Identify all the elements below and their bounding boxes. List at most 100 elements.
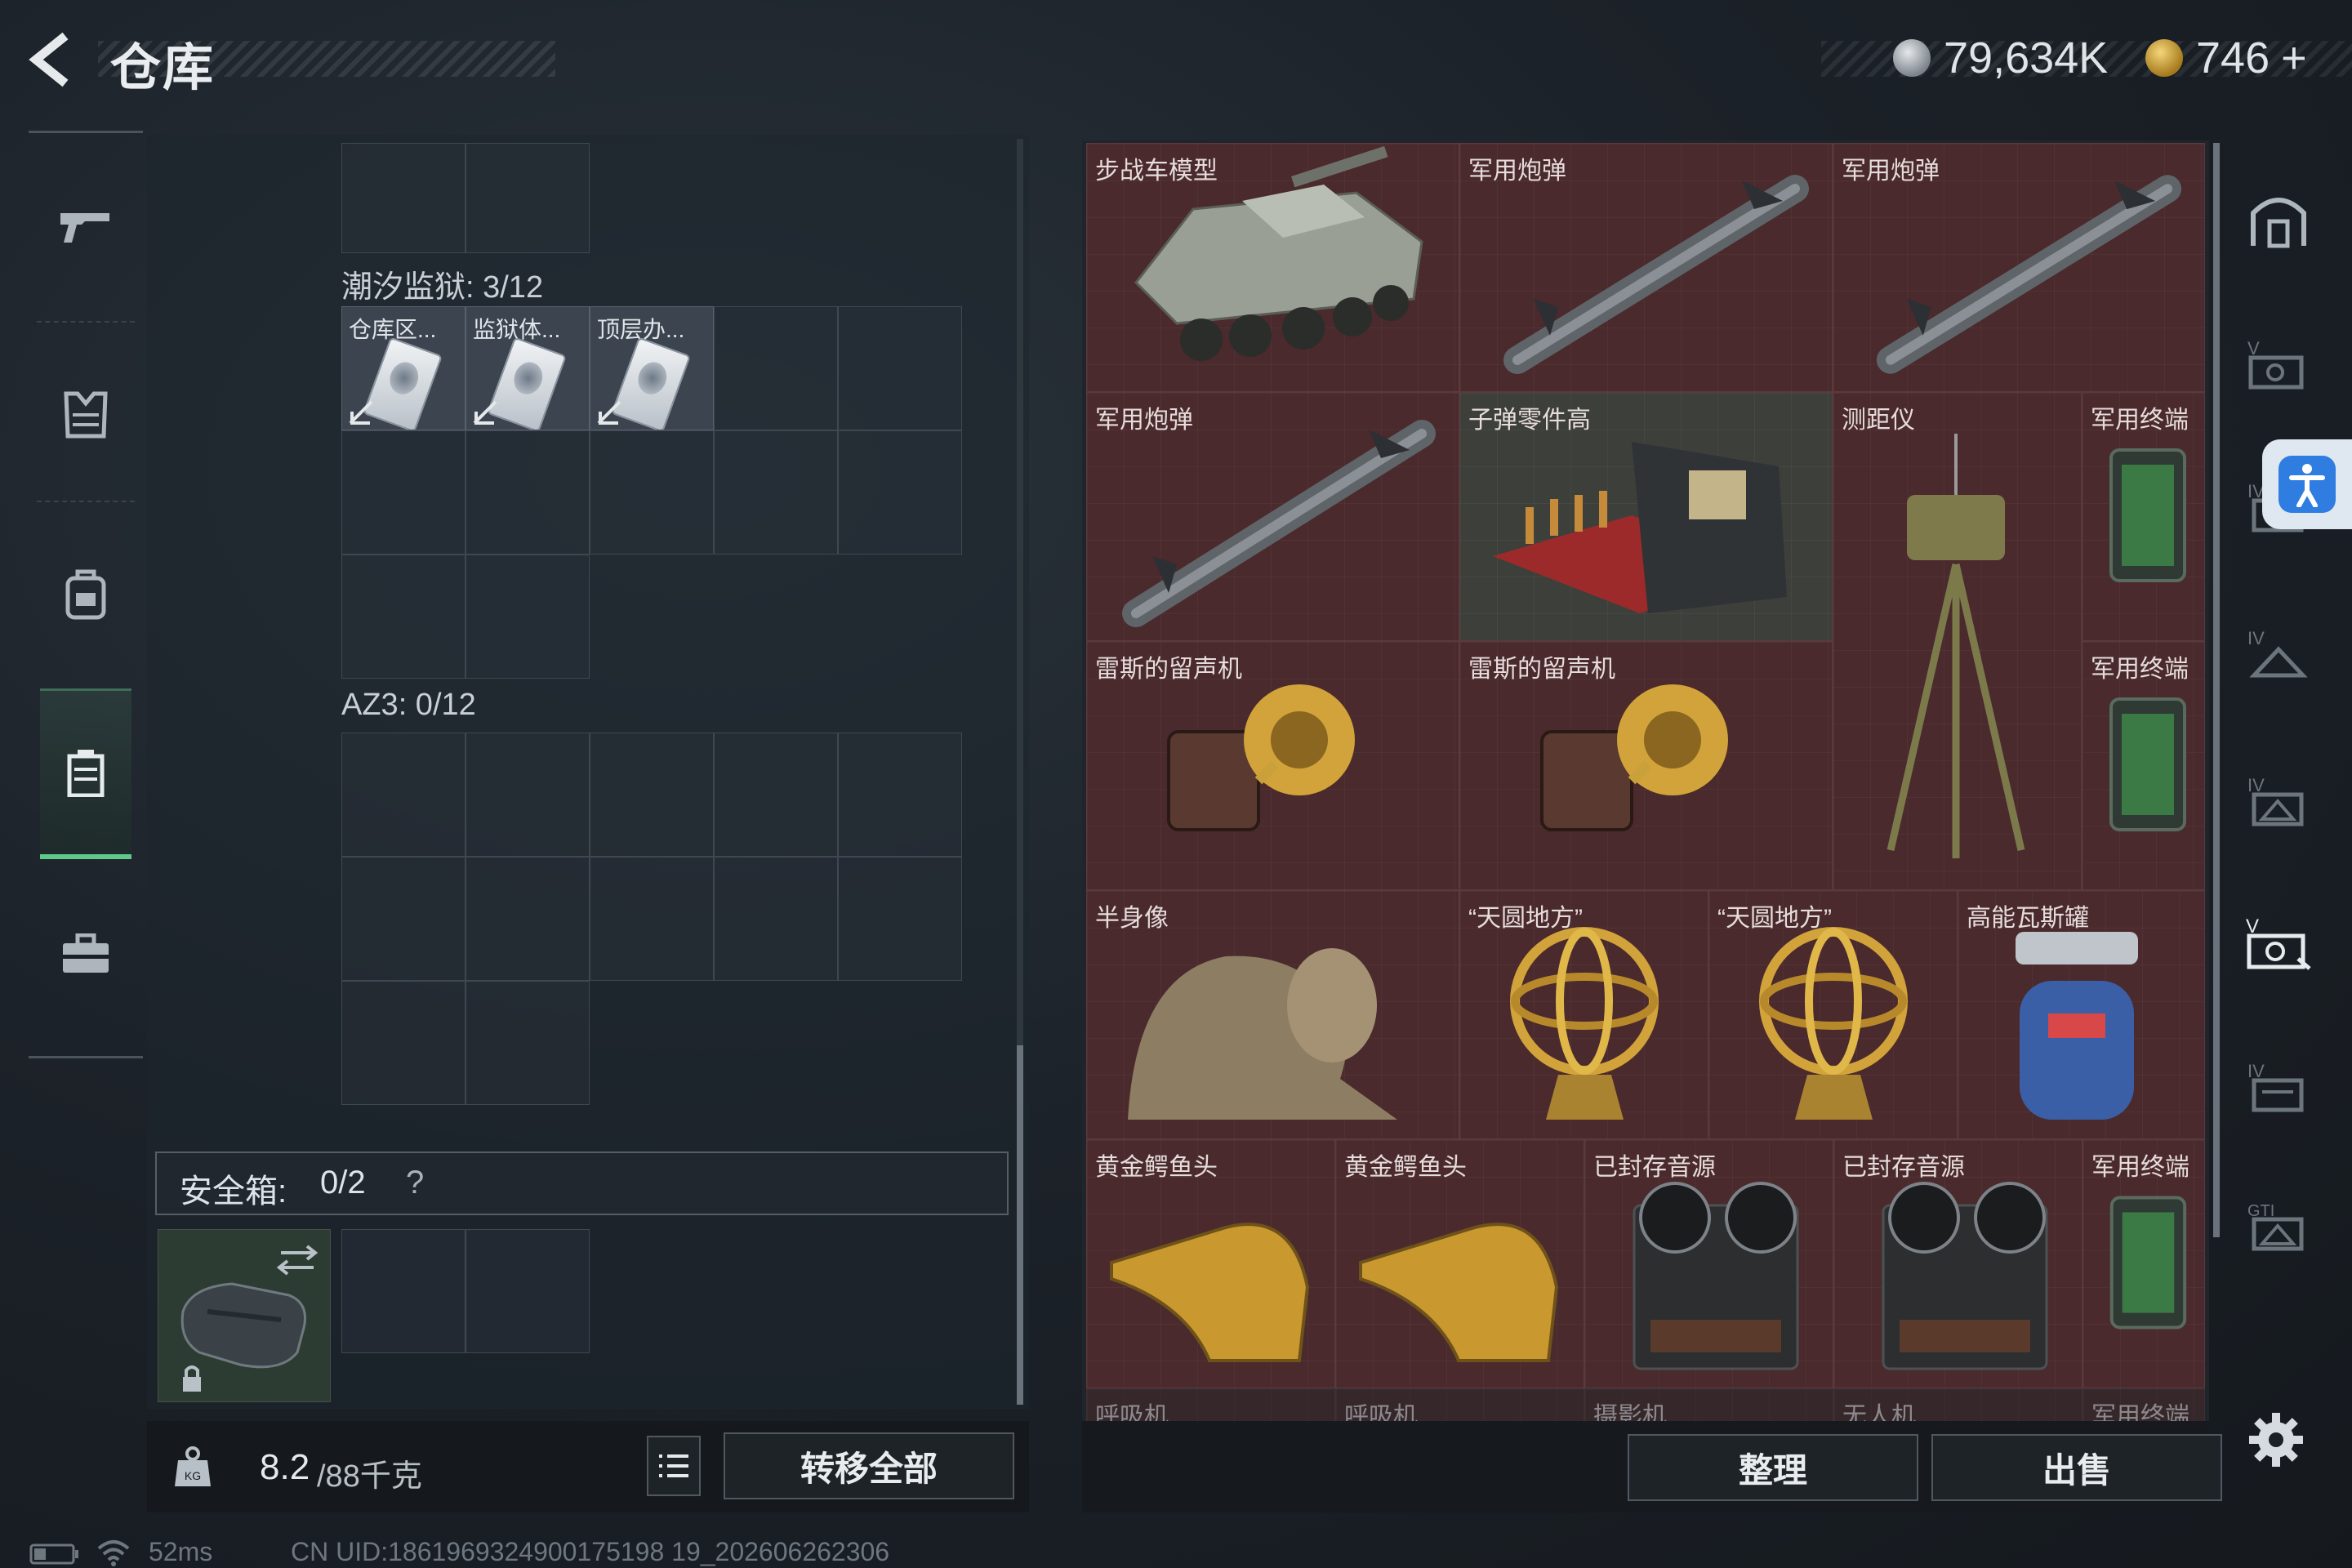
- ping-text: 52ms: [149, 1537, 213, 1566]
- slot[interactable]: [341, 555, 466, 679]
- item-phonograph[interactable]: 雷斯的留声机: [1086, 641, 1459, 890]
- wifi-icon: [97, 1540, 130, 1566]
- back-arrow-icon[interactable]: [24, 31, 82, 88]
- item-ventilator[interactable]: 呼吸机: [1335, 1388, 1584, 1421]
- item-label: 军用终端: [2091, 1403, 2189, 1421]
- slot[interactable]: [341, 981, 466, 1105]
- item-military-shell[interactable]: 军用炮弹: [1833, 143, 2205, 392]
- settings-gear-icon[interactable]: [2247, 1411, 2305, 1468]
- key-card-prison[interactable]: 监狱体...: [466, 306, 590, 430]
- organize-button[interactable]: 整理: [1628, 1434, 1918, 1501]
- item-military-shell[interactable]: 军用炮弹: [1459, 143, 1833, 392]
- slot[interactable]: [590, 857, 714, 981]
- item-camera[interactable]: 摄影机: [1584, 1388, 1833, 1421]
- slot[interactable]: [466, 143, 590, 253]
- sidebar-item-briefcase[interactable]: [41, 909, 131, 999]
- slot[interactable]: [466, 1229, 590, 1353]
- item-sealed-audio-source[interactable]: 已封存音源: [1833, 1139, 2082, 1388]
- slot[interactable]: [341, 143, 466, 253]
- filter-tier-iv-c[interactable]: IV: [2238, 760, 2319, 841]
- item-gold-crocodile-head[interactable]: 黄金鳄鱼头: [1335, 1139, 1584, 1388]
- item-ifv-model[interactable]: 步战车模型: [1086, 143, 1459, 392]
- item-military-terminal[interactable]: 军用终端: [2082, 641, 2205, 890]
- slot[interactable]: [341, 857, 466, 981]
- sidebar-item-container[interactable]: [40, 688, 131, 859]
- sell-button[interactable]: 出售: [1931, 1434, 2222, 1501]
- coin-balance[interactable]: 79,634K: [1893, 29, 2108, 87]
- item-ammo-parts[interactable]: 子弹零件高: [1459, 392, 1833, 641]
- slot[interactable]: [466, 430, 590, 555]
- slot[interactable]: [466, 981, 590, 1105]
- slot[interactable]: [714, 306, 838, 430]
- premium-amount: 746: [2196, 33, 2270, 82]
- slot[interactable]: [341, 430, 466, 555]
- item-bust[interactable]: 半身像: [1086, 890, 1459, 1139]
- premium-coin-icon: [2145, 39, 2183, 77]
- help-icon[interactable]: ?: [406, 1165, 424, 1201]
- stash-scrollbar[interactable]: [2213, 143, 2220, 1237]
- tier-iv-icon: IV: [2247, 1061, 2304, 1112]
- filter-tier-iv-b[interactable]: IV: [2238, 612, 2319, 694]
- slot[interactable]: [714, 857, 838, 981]
- filter-tier-v-selected[interactable]: V: [2238, 902, 2319, 984]
- tier-iv-icon: IV: [2247, 628, 2308, 678]
- item-drone[interactable]: 无人机: [1833, 1388, 2082, 1421]
- gti-icon: GTI: [2247, 1202, 2304, 1251]
- accessibility-button[interactable]: [2262, 439, 2352, 529]
- item-ventilator[interactable]: 呼吸机: [1086, 1388, 1335, 1421]
- sidebar-item-armor[interactable]: [41, 370, 131, 460]
- safe-box-grid: [341, 1229, 590, 1353]
- item-gold-crocodile-head[interactable]: 黄金鳄鱼头: [1086, 1139, 1335, 1388]
- safe-box-count: 0/2: [320, 1165, 366, 1200]
- sidebar-item-backpack[interactable]: [41, 550, 131, 639]
- item-military-terminal[interactable]: 军用终端: [2082, 1388, 2205, 1421]
- slot[interactable]: [590, 733, 714, 857]
- item-rangefinder[interactable]: 测距仪: [1833, 392, 2082, 890]
- sidebar-item-weapons[interactable]: [41, 182, 131, 272]
- slot[interactable]: [590, 430, 714, 555]
- slot[interactable]: [714, 733, 838, 857]
- add-premium-button[interactable]: +: [2281, 33, 2307, 83]
- transfer-all-button[interactable]: 转移全部: [724, 1432, 1014, 1499]
- slot[interactable]: [341, 1229, 466, 1353]
- list-view-button[interactable]: [647, 1436, 701, 1496]
- svg-text:IV: IV: [2247, 1061, 2265, 1081]
- slot[interactable]: [714, 430, 838, 555]
- page-title: 仓库: [110, 40, 216, 96]
- top-slot-grid: [341, 143, 590, 253]
- slot[interactable]: [466, 733, 590, 857]
- svg-text:KG: KG: [185, 1469, 201, 1482]
- premium-balance[interactable]: 746 +: [2145, 29, 2307, 87]
- safe-pouch-item[interactable]: [158, 1229, 331, 1402]
- key-card-top-office[interactable]: 顶层办...: [590, 306, 714, 430]
- item-sealed-audio-source[interactable]: 已封存音源: [1584, 1139, 1833, 1388]
- item-military-terminal[interactable]: 军用终端: [2082, 1139, 2205, 1388]
- left-scrollbar-thumb[interactable]: [1017, 1045, 1023, 1405]
- slot[interactable]: [838, 733, 962, 857]
- item-phonograph[interactable]: 雷斯的留声机: [1459, 641, 1833, 890]
- phonograph-image: [1167, 684, 1355, 831]
- filter-gti[interactable]: GTI: [2238, 1184, 2319, 1266]
- item-label: 摄影机: [1593, 1403, 1667, 1421]
- item-armillary-sphere[interactable]: “天圆地方”: [1459, 890, 1708, 1139]
- empty-space: [838, 555, 962, 679]
- armillary-sphere-image: [1759, 927, 1908, 1120]
- slot[interactable]: [838, 306, 962, 430]
- item-armillary-sphere[interactable]: “天圆地方”: [1708, 890, 1958, 1139]
- slot[interactable]: [341, 733, 466, 857]
- slot[interactable]: [838, 857, 962, 981]
- slot[interactable]: [466, 555, 590, 679]
- item-military-terminal[interactable]: 军用终端: [2082, 392, 2205, 641]
- key-card-warehouse[interactable]: 仓库区...: [341, 306, 466, 430]
- filter-tier-iv-d[interactable]: IV: [2238, 1045, 2319, 1127]
- filter-tier-v[interactable]: V: [2238, 323, 2319, 404]
- weight-max: /88千克: [317, 1459, 422, 1494]
- safe-box-label: 安全箱:: [180, 1174, 287, 1209]
- filter-safehouse[interactable]: [2238, 180, 2319, 261]
- slot[interactable]: [838, 430, 962, 555]
- item-gas-canister[interactable]: 高能瓦斯罐: [1958, 890, 2205, 1139]
- slot[interactable]: [466, 857, 590, 981]
- rangefinder-image: [1886, 434, 2025, 858]
- stash-filter-sidebar: V IV IV IV V IV GTI: [2225, 139, 2323, 1307]
- item-military-shell[interactable]: 军用炮弹: [1086, 392, 1459, 641]
